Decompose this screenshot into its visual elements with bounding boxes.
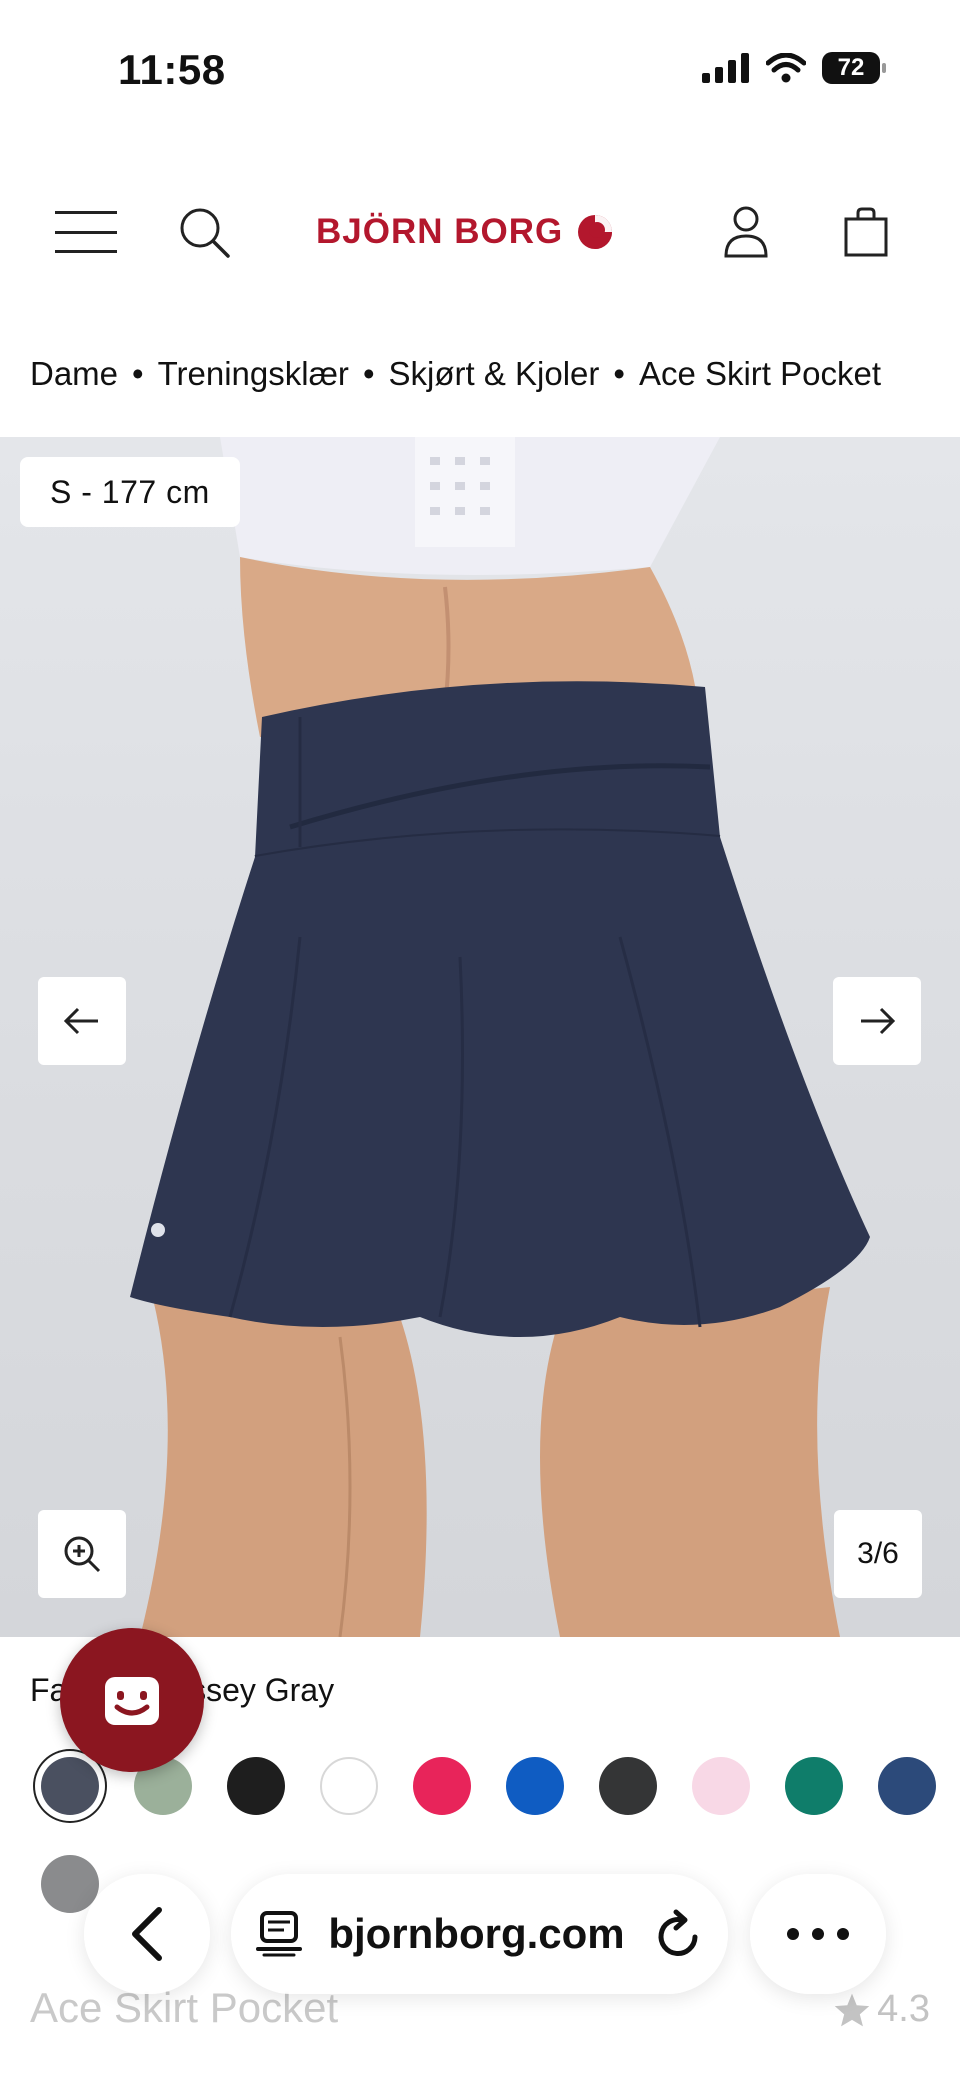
swatch-green[interactable] — [785, 1757, 843, 1815]
zoom-in-icon — [64, 1536, 101, 1573]
product-image-gallery[interactable]: S - 177 cm 3/6 — [0, 437, 960, 1637]
breadcrumb-separator: • — [132, 355, 144, 392]
browser-back-button[interactable] — [84, 1874, 210, 1994]
arrow-left-icon — [63, 1007, 98, 1035]
cart-button[interactable] — [834, 200, 898, 264]
user-icon — [724, 206, 768, 258]
hamburger-icon — [55, 211, 117, 253]
arrow-right-icon — [861, 1007, 896, 1035]
wifi-icon — [766, 53, 806, 83]
shopping-bag-icon — [844, 207, 888, 257]
breadcrumb-item[interactable]: Ace Skirt Pocket — [639, 355, 881, 393]
account-button[interactable] — [714, 200, 778, 264]
breadcrumb: Dame • Treningsklær • Skjørt & Kjoler • … — [30, 355, 881, 393]
swatch-odyssey-gray[interactable] — [41, 1757, 99, 1815]
breadcrumb-item[interactable]: Dame — [30, 355, 118, 393]
battery-indicator: 72 — [822, 52, 886, 84]
swatch-white[interactable] — [320, 1757, 378, 1815]
signal-icon — [702, 53, 749, 83]
site-header: BJÖRN BORG — [0, 180, 960, 280]
swatch-navy[interactable] — [878, 1757, 936, 1815]
reload-icon[interactable] — [655, 1909, 703, 1959]
search-icon — [180, 208, 230, 258]
status-bar: 11:58 72 — [0, 0, 960, 140]
swatch-charcoal[interactable] — [599, 1757, 657, 1815]
more-dots-icon — [787, 1928, 849, 1940]
breadcrumb-item[interactable]: Skjørt & Kjoler — [389, 355, 600, 393]
search-button[interactable] — [172, 200, 236, 264]
breadcrumb-item[interactable]: Treningsklær — [158, 355, 349, 393]
page-menu-icon — [256, 1911, 303, 1957]
browser-toolbar: bjornborg.com — [0, 1860, 960, 2010]
browser-more-button[interactable] — [750, 1874, 886, 1994]
swatch-black[interactable] — [227, 1757, 285, 1815]
chevron-left-icon — [132, 1907, 162, 1961]
brand-mark-icon — [578, 215, 613, 249]
menu-button[interactable] — [54, 200, 118, 264]
model-size-tag: S - 177 cm — [20, 457, 240, 527]
breadcrumb-separator: • — [362, 355, 375, 392]
swatch-blue[interactable] — [506, 1757, 564, 1815]
zoom-button[interactable] — [38, 1510, 126, 1598]
previous-image-button[interactable] — [38, 977, 126, 1065]
url-text: bjornborg.com — [328, 1910, 625, 1957]
product-photo — [130, 437, 870, 1637]
chat-button[interactable] — [60, 1628, 204, 1772]
status-icons: 72 — [702, 52, 886, 84]
breadcrumb-separator: • — [613, 355, 625, 392]
brand-name: BJÖRN BORG — [316, 212, 564, 251]
image-counter: 3/6 — [834, 1510, 922, 1598]
swatch-light-pink[interactable] — [692, 1757, 750, 1815]
address-bar[interactable]: bjornborg.com — [231, 1874, 728, 1994]
status-time: 11:58 — [118, 46, 226, 93]
swatch-pink[interactable] — [413, 1757, 471, 1815]
smiley-bag-icon — [105, 1677, 159, 1725]
brand-logo[interactable]: BJÖRN BORG — [316, 212, 613, 252]
next-image-button[interactable] — [833, 977, 921, 1065]
